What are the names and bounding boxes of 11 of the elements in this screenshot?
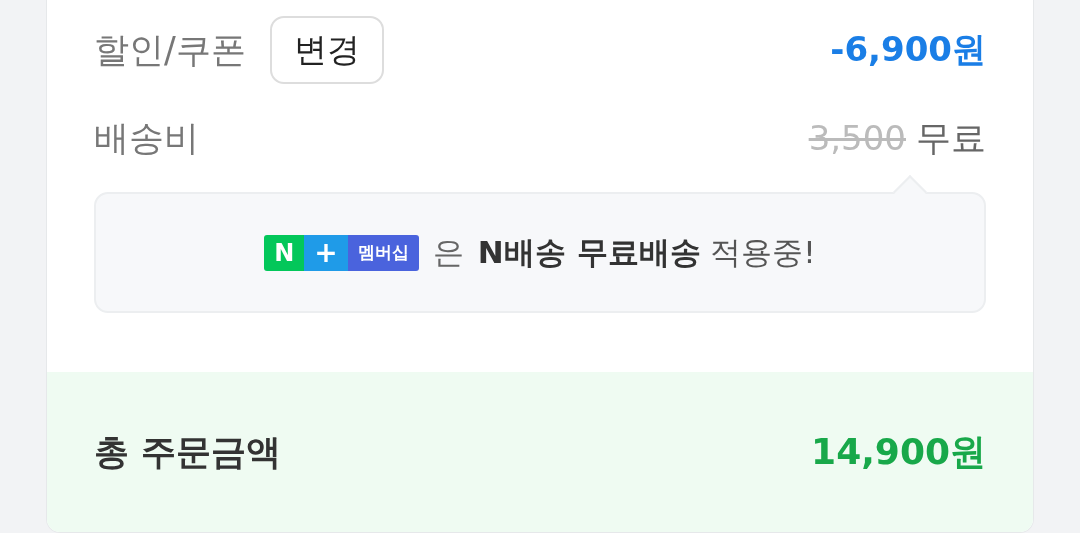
notice-message: N배송 무료배송 적용중! [477, 233, 816, 273]
total-label: 총 주문금액 [94, 430, 282, 474]
membership-badge: N + 멤버십 [264, 234, 419, 271]
original-price: 3,500 [808, 117, 906, 158]
discount-amount: -6,900원 [830, 28, 986, 72]
shipping-label: 배송비 [94, 116, 199, 160]
total-amount: 14,900원 [811, 430, 986, 474]
discount-label: 할인/쿠폰 [94, 28, 246, 72]
shipping-price: 무료 [916, 117, 986, 158]
notice-particle: 은 [432, 233, 464, 273]
change-button[interactable]: 변경 [269, 16, 384, 84]
